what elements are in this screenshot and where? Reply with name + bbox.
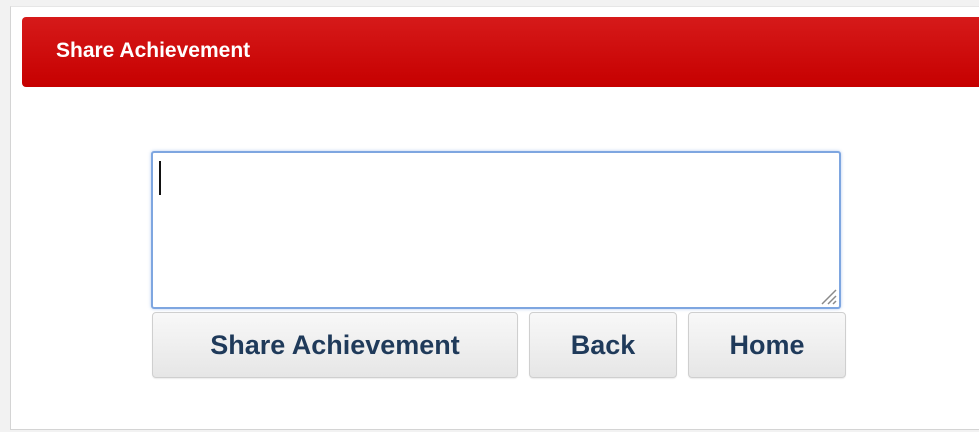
- text-cursor: [159, 161, 161, 195]
- panel-header: Share Achievement: [22, 17, 979, 87]
- achievement-message-textarea[interactable]: [151, 151, 841, 309]
- share-achievement-button[interactable]: Share Achievement: [152, 312, 518, 378]
- resize-grip-icon[interactable]: [819, 287, 837, 305]
- home-button[interactable]: Home: [688, 312, 846, 378]
- panel-title: Share Achievement: [56, 39, 251, 62]
- back-button[interactable]: Back: [529, 312, 677, 378]
